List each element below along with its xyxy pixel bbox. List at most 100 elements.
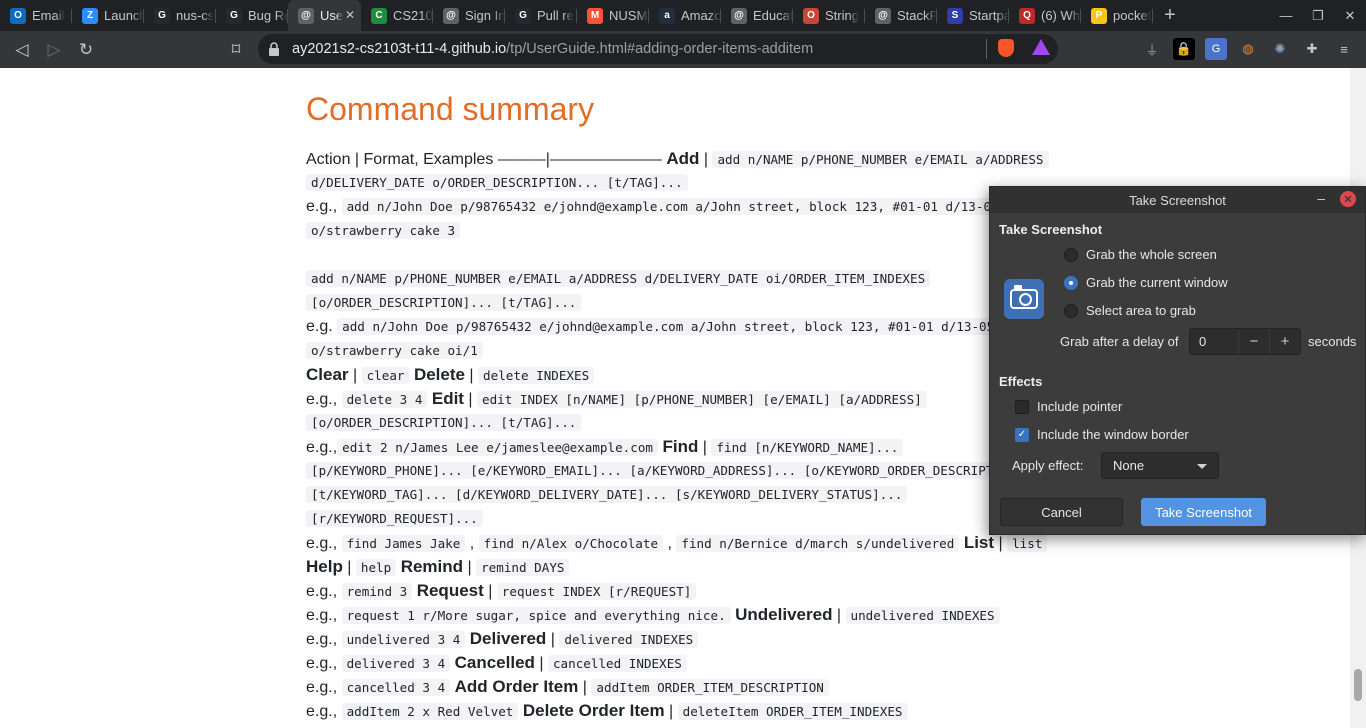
browser-tab[interactable]: C CS2103 [361, 0, 433, 31]
tab-label: Bug Re [248, 8, 288, 23]
globe-icon: @ [875, 7, 891, 24]
browser-tab[interactable]: O Email [0, 0, 72, 31]
browser-tab[interactable]: S Startpa [937, 0, 1009, 31]
command-code: add n/NAME p/PHONE_NUMBER e/EMAIL a/ADDR… [306, 270, 931, 287]
scrollbar-thumb[interactable] [1354, 669, 1362, 701]
translate-extension-icon[interactable]: G [1205, 38, 1227, 60]
github-icon: G [154, 7, 170, 24]
summary-line: Clear | clear Delete | delete INDEXES [306, 363, 595, 387]
summary-line: [o/ORDER_DESCRIPTION]... [t/TAG]... [306, 291, 582, 315]
browser-tab[interactable]: @ Sign In [433, 0, 505, 31]
lock-icon [268, 42, 282, 56]
line-text: e.g., [306, 703, 342, 720]
browser-tab[interactable]: @ Use ✕ [288, 0, 361, 31]
delay-value[interactable]: 0 [1190, 329, 1238, 354]
option-select-area[interactable]: Select area to grab [1064, 303, 1196, 318]
summary-line: [o/ORDER_DESCRIPTION]... [t/TAG]... [306, 411, 582, 435]
close-tab-icon[interactable]: ✕ [345, 8, 355, 22]
command-code: delivered INDEXES [559, 631, 699, 648]
address-bar[interactable]: ay2021s2-cs2103t-t11-4.github.io /tp/Use… [258, 34, 1058, 64]
delay-stepper[interactable]: 0 − + [1189, 328, 1301, 355]
delay-increment-button[interactable]: + [1269, 329, 1300, 354]
tab-label: CS2103 [393, 8, 433, 23]
new-tab-button[interactable]: + [1153, 0, 1187, 31]
extension-lock-icon[interactable]: 🔒 [1173, 38, 1195, 60]
delay-decrement-button[interactable]: − [1238, 329, 1269, 354]
brave-rewards-icon[interactable] [1032, 39, 1050, 55]
browser-tab[interactable]: G Pull re [505, 0, 577, 31]
browser-tab[interactable]: G Bug Re [216, 0, 288, 31]
command-code: help [355, 559, 397, 576]
separator: | [463, 391, 478, 408]
command-name: Find [662, 437, 699, 456]
line-text: e.g., [306, 198, 342, 215]
cookie-extension-icon[interactable]: ◍ [1237, 38, 1259, 60]
radio-current-window[interactable] [1064, 275, 1078, 290]
command-code: addItem ORDER_ITEM_DESCRIPTION [591, 679, 829, 696]
bookmark-icon[interactable]: ⌑ [220, 34, 252, 66]
browser-tab[interactable]: Gnus-cs [144, 0, 216, 31]
option-whole-screen[interactable]: Grab the whole screen [1064, 247, 1217, 262]
delay-label: Grab after a delay of [1060, 334, 1179, 349]
maximize-window-button[interactable]: ❐ [1302, 0, 1334, 31]
command-code: [p/KEYWORD_PHONE]... [e/KEYWORD_EMAIL]..… [306, 462, 1006, 479]
browser-tab[interactable]: a Amazo [649, 0, 721, 31]
dialog-close-button[interactable]: ✕ [1340, 191, 1356, 207]
line-text: e.g., [306, 655, 342, 672]
command-code: edit 2 n/James Lee e/jameslee@example.co… [337, 439, 659, 456]
browser-tab[interactable]: Z Launch [72, 0, 144, 31]
command-code: [o/ORDER_DESCRIPTION]... [t/TAG]... [306, 414, 582, 431]
gear-extension-icon[interactable]: ✺ [1269, 38, 1291, 60]
github-icon: G [515, 7, 531, 24]
cancel-button[interactable]: Cancel [1000, 498, 1123, 526]
browser-tab[interactable]: @ StackP [865, 0, 937, 31]
grad-cap-icon: C [371, 7, 387, 24]
radio-whole-screen[interactable] [1064, 247, 1078, 262]
oracle-icon: O [803, 7, 819, 24]
include-pointer-option[interactable]: Include pointer [1015, 399, 1122, 414]
startpage-icon: S [947, 7, 963, 24]
command-code: o/strawberry cake 3 [306, 222, 461, 239]
command-code: [r/KEYWORD_REQUEST]... [306, 510, 483, 527]
browser-tab[interactable]: M NUSMo [577, 0, 649, 31]
close-window-button[interactable]: ✕ [1334, 0, 1366, 31]
command-code: delete INDEXES [478, 367, 595, 384]
browser-tab[interactable]: @ Educat [721, 0, 793, 31]
summary-line: e.g., edit 2 n/James Lee e/jameslee@examp… [306, 435, 904, 459]
separator: | [464, 367, 479, 384]
include-border-checkbox[interactable]: ✓ [1015, 427, 1029, 442]
option-current-window[interactable]: Grab the current window [1064, 275, 1228, 290]
radio-select-area[interactable] [1064, 303, 1078, 318]
brave-shields-icon[interactable] [998, 39, 1014, 57]
take-screenshot-button[interactable]: Take Screenshot [1141, 498, 1266, 526]
reload-button[interactable]: ↻ [70, 34, 102, 66]
dialog-minimize-button[interactable]: – [1317, 190, 1325, 206]
minimize-window-button[interactable]: — [1270, 0, 1302, 31]
browser-tab[interactable]: Ppocket [1081, 0, 1153, 31]
command-name: Delivered [469, 629, 547, 648]
separator: | [699, 151, 713, 168]
forward-button[interactable]: ▷ [38, 34, 70, 66]
tab-label: Startpa [969, 8, 1009, 23]
extension-bank-icon[interactable]: ⏚ [1141, 38, 1163, 60]
command-code: add n/John Doe p/98765432 e/johnd@exampl… [337, 318, 1000, 335]
dialog-titlebar[interactable]: Take Screenshot – ✕ [990, 187, 1365, 213]
line-text: e.g., [306, 679, 342, 696]
puzzle-extensions-icon[interactable]: ✚ [1301, 38, 1323, 60]
command-code: addItem 2 x Red Velvet [341, 703, 519, 720]
summary-line: e.g. add n/John Doe p/98765432 e/johnd@e… [306, 315, 1000, 339]
apply-effect-select[interactable]: None [1101, 452, 1219, 479]
browser-tab[interactable]: O String [793, 0, 865, 31]
chevron-down-icon [1197, 464, 1207, 469]
delay-unit: seconds [1308, 334, 1357, 349]
summary-line: e.g., delete 3 4 Edit | edit INDEX [n/NA… [306, 387, 927, 411]
back-button[interactable]: ◁ [6, 34, 38, 66]
summary-line: Action | Format, Examples ———|——————— Ad… [306, 147, 1049, 171]
command-code: undelivered 3 4 [341, 631, 466, 648]
separator: | [348, 367, 362, 384]
summary-line: e.g., remind 3 Request | request INDEX [… [306, 579, 697, 603]
menu-icon[interactable]: ≡ [1333, 38, 1355, 60]
include-pointer-checkbox[interactable] [1015, 399, 1029, 414]
browser-tab[interactable]: Q (6) Whe [1009, 0, 1081, 31]
include-border-option[interactable]: ✓ Include the window border [1015, 427, 1189, 442]
